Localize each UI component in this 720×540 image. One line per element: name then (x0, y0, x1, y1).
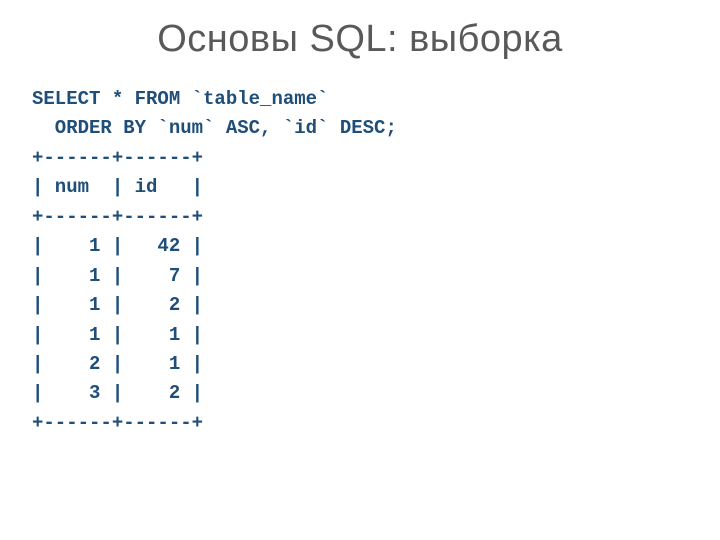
table-header: | num | id | (32, 176, 203, 198)
table-row: | 1 | 2 | (32, 294, 203, 316)
sql-line-2: ORDER BY `num` ASC, `id` DESC; (32, 117, 397, 139)
slide-container: Основы SQL: выборка SELECT * FROM `table… (0, 0, 720, 540)
slide-title: Основы SQL: выборка (30, 18, 690, 61)
sql-line-1: SELECT * FROM `table_name` (32, 88, 328, 110)
table-row: | 1 | 42 | (32, 235, 203, 257)
table-row: | 2 | 1 | (32, 353, 203, 375)
table-border-bottom: +------+------+ (32, 412, 203, 434)
table-row: | 3 | 2 | (32, 382, 203, 404)
table-row: | 1 | 1 | (32, 324, 203, 346)
table-border-top: +------+------+ (32, 147, 203, 169)
table-row: | 1 | 7 | (32, 265, 203, 287)
sql-code-block: SELECT * FROM `table_name` ORDER BY `num… (30, 85, 690, 438)
table-border-mid: +------+------+ (32, 206, 203, 228)
